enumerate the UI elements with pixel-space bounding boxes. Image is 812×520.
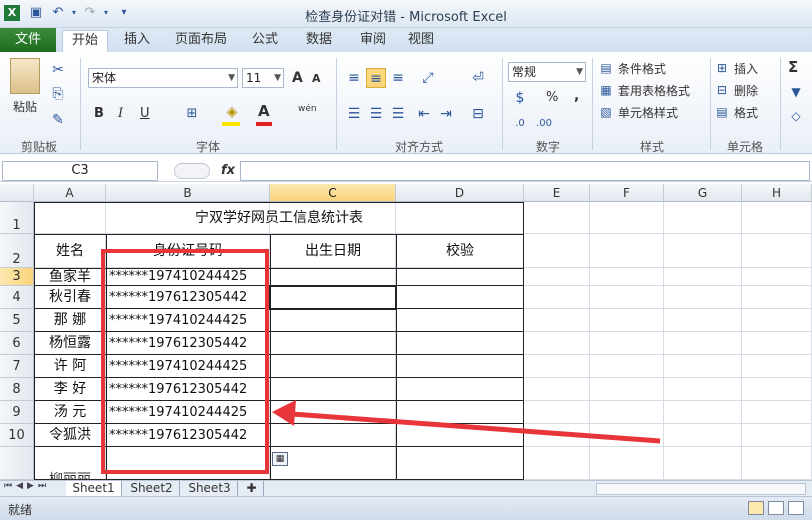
page-layout-view-icon[interactable] — [768, 501, 784, 515]
sheet-nav-arrows-icon[interactable]: ⏮◀▶⏭ — [4, 481, 50, 491]
page-break-view-icon[interactable] — [788, 501, 804, 515]
excel-window: X ▣ ↶ ▾ ↷ ▾ ▾ 检查身份证对错 - Microsoft Excel … — [0, 0, 812, 520]
sheet-tab-bar: ⏮◀▶⏭ Sheet1 Sheet2 Sheet3 ✚ — [0, 480, 812, 497]
highlight-box — [101, 249, 269, 474]
red-arrow-line — [291, 411, 661, 444]
sheet-tab-1[interactable]: Sheet1 — [66, 481, 122, 497]
status-bar: 就绪 — [0, 496, 812, 520]
red-arrow-head — [272, 400, 296, 426]
sheet-tab-3[interactable]: Sheet3 — [182, 481, 238, 497]
annotation-overlay — [101, 249, 661, 474]
status-ready: 就绪 — [8, 503, 33, 517]
sheet-tab-2[interactable]: Sheet2 — [124, 481, 180, 497]
normal-view-icon[interactable] — [748, 501, 764, 515]
horizontal-scrollbar[interactable] — [596, 483, 806, 495]
insert-sheet-icon[interactable]: ✚ — [240, 481, 264, 497]
